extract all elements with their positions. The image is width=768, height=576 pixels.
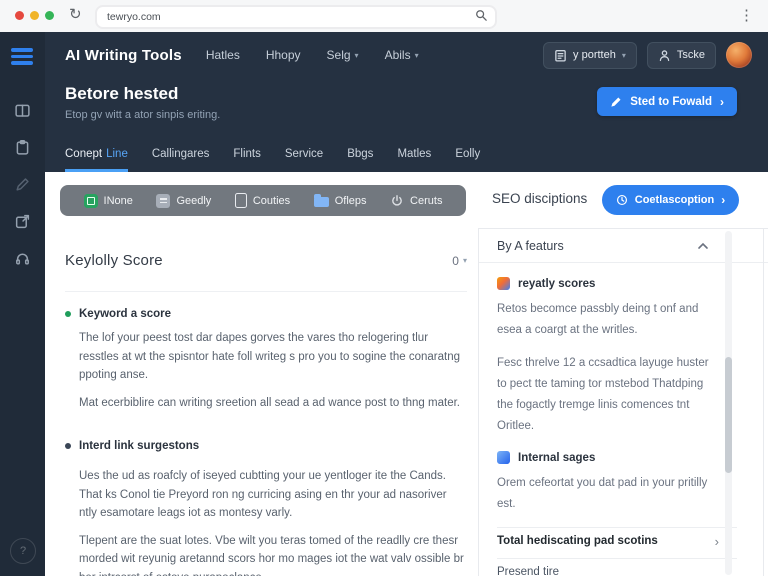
chevron-right-icon: › bbox=[720, 94, 724, 109]
toolbar-pill-inone[interactable]: INone bbox=[83, 193, 133, 208]
toolbar-pill-ceruts[interactable]: Ceruts bbox=[390, 194, 442, 208]
caret-down-icon: ▾ bbox=[414, 50, 419, 60]
section-paragraph: The lof your peest tost dar dapes gorves… bbox=[79, 332, 460, 381]
pen-icon bbox=[611, 96, 621, 107]
portfolio-dropdown-button[interactable]: y portteh ▾ bbox=[543, 41, 637, 69]
keyword-score-section: Keyword a score The lof your peest tost … bbox=[65, 308, 469, 412]
power-icon bbox=[392, 194, 402, 206]
tab-service[interactable]: Service bbox=[285, 140, 323, 172]
tab-bbgs[interactable]: Bbgs bbox=[347, 140, 373, 172]
section-paragraph: Ues the ud as roafcly of iseyed cubtting… bbox=[79, 470, 447, 519]
panel-paragraph: Retos becomce passbly deing t onf and es… bbox=[497, 303, 699, 336]
section-title: Keyword a score bbox=[79, 308, 172, 320]
panel-row-pretext: Presend tire bbox=[497, 566, 560, 576]
toolbar-pill-geedly[interactable]: Geedly bbox=[156, 193, 211, 208]
document-icon bbox=[555, 49, 566, 62]
nav-item-3[interactable]: Selg ▾ bbox=[327, 48, 359, 62]
page-title: Keylolly Score bbox=[65, 252, 163, 269]
section-paragraph: Tlepent are the suat lotes. Vbe wilt you… bbox=[79, 534, 464, 576]
panel-row-total[interactable]: Total hediscating pad scotins › bbox=[497, 528, 719, 554]
book-icon[interactable] bbox=[14, 102, 31, 119]
seo-cta-button[interactable]: Coetlascoption › bbox=[602, 185, 739, 215]
tab-callingares[interactable]: Callingares bbox=[152, 140, 210, 172]
hero-section: Betore hested Etop gv witt a ator sinpis… bbox=[45, 78, 768, 142]
close-window-button[interactable] bbox=[15, 11, 24, 20]
panel-right-border bbox=[763, 229, 764, 576]
panel-section-title: reyatly scores bbox=[518, 277, 596, 290]
scrollbar-thumb[interactable] bbox=[725, 357, 732, 473]
green-bullet-icon bbox=[65, 311, 71, 317]
tab-bar: Conept Line Callingares Flints Service Bb… bbox=[65, 140, 480, 172]
features-panel: By A featurs × reyatly scores Retos beco… bbox=[478, 228, 768, 576]
divider bbox=[65, 291, 467, 292]
caret-down-icon: ▾ bbox=[462, 256, 467, 265]
share-square-icon[interactable] bbox=[14, 213, 31, 230]
nav-item-2[interactable]: Hhopy bbox=[266, 48, 301, 62]
tab-matles[interactable]: Matles bbox=[397, 140, 431, 172]
dark-bullet-icon bbox=[65, 443, 71, 449]
nav-item-1[interactable]: Hatles bbox=[206, 48, 240, 62]
pen-icon[interactable] bbox=[14, 176, 31, 193]
internal-pages-icon bbox=[497, 451, 510, 464]
clock-icon bbox=[616, 194, 627, 206]
view-toolbar: INone Geedly Couties Ofleps Ceruts bbox=[60, 185, 466, 216]
nav-item-4[interactable]: Abils ▾ bbox=[385, 48, 419, 62]
headset-icon[interactable] bbox=[14, 250, 31, 267]
tab-conept-line[interactable]: Conept Line bbox=[65, 140, 128, 172]
search-icon[interactable] bbox=[475, 8, 487, 26]
panel-section-title: Internal sages bbox=[518, 451, 596, 464]
chevron-right-icon: › bbox=[714, 533, 719, 549]
section-paragraph: Mat ecerbiblire can writing sreetion all… bbox=[79, 396, 460, 409]
folder-icon bbox=[313, 194, 329, 207]
browser-menu-icon[interactable]: ⋮ bbox=[739, 6, 754, 24]
tab-flints[interactable]: Flints bbox=[233, 140, 260, 172]
main-nav: Hatles Hhopy Selg ▾ Abils ▾ bbox=[206, 48, 419, 62]
caret-down-icon: ▾ bbox=[354, 50, 359, 60]
address-bar[interactable] bbox=[95, 5, 497, 29]
panel-scrollbar[interactable] bbox=[725, 231, 732, 575]
tab-eolly[interactable]: Eolly bbox=[455, 140, 480, 172]
chevron-up-icon[interactable] bbox=[695, 238, 710, 253]
panel-paragraph: Orem cefeortat you dat pad in your priti… bbox=[497, 477, 708, 510]
app-header: AI Writing Tools Hatles Hhopy Selg ▾ Abil… bbox=[45, 32, 768, 78]
start-cta-button[interactable]: Sted to Fowald › bbox=[597, 87, 737, 116]
left-sidebar: ? bbox=[0, 32, 45, 576]
help-circle-icon[interactable]: ? bbox=[10, 538, 36, 564]
hamburger-menu-icon[interactable] bbox=[11, 48, 33, 68]
top-dark-region: AI Writing Tools Hatles Hhopy Selg ▾ Abil… bbox=[45, 32, 768, 172]
divider bbox=[497, 558, 737, 559]
app-brand: AI Writing Tools bbox=[65, 46, 182, 64]
browser-chrome: ↻ ⋮ bbox=[0, 0, 768, 33]
main-content: INone Geedly Couties Ofleps Ceruts SEO d… bbox=[45, 172, 768, 576]
avatar[interactable] bbox=[726, 42, 752, 68]
green-tool-icon bbox=[83, 193, 98, 208]
internal-link-section: Interd link surgestons Ues the ud as roa… bbox=[65, 440, 469, 576]
sparkle-icon bbox=[497, 277, 510, 290]
minimize-window-button[interactable] bbox=[30, 11, 39, 20]
gray-tool-icon bbox=[156, 193, 171, 208]
caret-down-icon: ▾ bbox=[621, 50, 626, 60]
clipboard-icon[interactable] bbox=[14, 139, 31, 156]
score-dropdown[interactable]: 0 ▾ bbox=[452, 254, 467, 268]
url-input[interactable] bbox=[105, 10, 475, 24]
user-account-button[interactable]: Tscke bbox=[646, 41, 716, 69]
person-icon bbox=[659, 49, 670, 61]
panel-paragraph: Fesc threlve 12 a ccsadtica layuge huste… bbox=[497, 357, 709, 432]
toolbar-pill-couties[interactable]: Couties bbox=[234, 193, 290, 208]
seo-descriptions-label: SEO disciptions bbox=[492, 191, 588, 206]
page-outline-icon bbox=[234, 193, 247, 208]
panel-title: By A featurs bbox=[497, 238, 564, 253]
toolbar-pill-ofleps[interactable]: Ofleps bbox=[313, 194, 367, 207]
refresh-icon[interactable]: ↻ bbox=[69, 5, 82, 23]
maximize-window-button[interactable] bbox=[45, 11, 54, 20]
section-title: Interd link surgestons bbox=[79, 440, 200, 452]
app-window: ↻ ⋮ ? bbox=[0, 0, 768, 576]
chevron-right-icon: › bbox=[721, 193, 726, 207]
